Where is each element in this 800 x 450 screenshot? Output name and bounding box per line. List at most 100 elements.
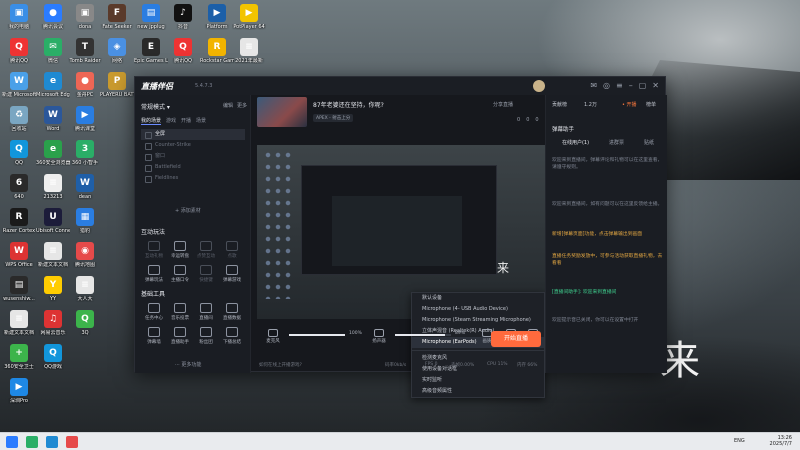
scene-tab[interactable]: 我的场景 [141, 117, 162, 125]
tool-button[interactable]: 点歌 [219, 241, 245, 259]
desktop-icon[interactable]: Wdean [68, 174, 102, 200]
desktop-icon[interactable]: e Microsoft Edge [36, 72, 70, 98]
more-functions-button[interactable]: ··· 更多功能 [175, 361, 201, 368]
windows-start-icon[interactable] [6, 436, 18, 448]
desktop-icon[interactable]: ◉ 腾讯地图 [68, 242, 102, 268]
desktop-icon[interactable]: ♪ 抖音 [166, 4, 200, 30]
desktop-icon[interactable]: Q 3Q [68, 310, 102, 336]
edit-button[interactable]: 编辑 [223, 102, 233, 109]
scene-item[interactable]: 窗口 [141, 151, 245, 162]
menu-icon[interactable]: ≡ [616, 81, 623, 90]
desktop-icon[interactable]: ▶ 腾讯课堂 [68, 106, 102, 132]
right-tab[interactable]: 贴纸 [644, 139, 654, 146]
desktop-icon[interactable]: ≡ 新建文本文档 [36, 242, 70, 268]
desktop-icon[interactable]: ◈ 网络 [100, 38, 134, 64]
desktop-icon[interactable]: Q QQ游戏 [36, 344, 70, 370]
desktop-icon[interactable]: ≡ 213213 [36, 174, 70, 200]
tool-button[interactable]: 弹幕游戏 [219, 265, 245, 283]
desktop-icon[interactable]: Q 腾讯QQ [2, 38, 36, 64]
ranking-tab[interactable]: 榜单 [646, 101, 656, 108]
desktop-icon[interactable]: ▶ PotPlayer 64 [232, 4, 266, 30]
input-method[interactable]: ENG [734, 438, 745, 444]
scene-tab[interactable]: 开播 [181, 117, 191, 125]
desktop-icon[interactable]: P PLAYERU BATTLEGR... [100, 72, 134, 98]
scene-item[interactable]: 全屏 [141, 129, 245, 140]
desktop-icon[interactable]: ▶ 深圳Pro [2, 378, 36, 404]
desktop-icon[interactable]: U Ubisoft Connect [36, 208, 70, 234]
desktop-icon[interactable]: ▶ Platform [200, 4, 234, 30]
right-tab[interactable]: 进群票 [609, 139, 624, 146]
tool-button[interactable]: 幸运转盘 [167, 241, 193, 259]
taskbar-live-app-icon[interactable] [66, 436, 78, 448]
tool-button[interactable]: 直播数据 [219, 303, 245, 321]
tool-button[interactable]: 下播总结 [219, 327, 245, 345]
add-source-button[interactable]: + 添加素材 [175, 207, 201, 214]
start-live-button[interactable]: 开始直播 [491, 331, 541, 347]
message-icon[interactable]: ✉ [590, 81, 597, 90]
desktop-icon[interactable]: ≡ 新建文本文档 [2, 310, 36, 336]
desktop-icon[interactable]: W WPS Office [2, 242, 36, 268]
tool-button[interactable]: 任务中心 [141, 303, 167, 321]
speaker-volume-slider[interactable] [395, 334, 451, 336]
share-link[interactable]: 分享直播 [493, 101, 513, 108]
desktop-icon[interactable]: 6 640 [2, 174, 36, 200]
desktop-icon[interactable]: R Razer Cortex [2, 208, 36, 234]
app-titlebar[interactable]: 直播伴侣 5.4.7.3 ✉ ◎ ≡ – ▢ ✕ [135, 77, 665, 95]
tool-button[interactable]: 直播助手 [167, 327, 193, 345]
tool-button[interactable]: 互动礼物 [141, 241, 167, 259]
system-clock[interactable]: 13:26 2025/7/7 [770, 435, 792, 447]
mic-button[interactable]: 麦克风 [263, 329, 283, 344]
desktop-icon[interactable]: ▤ wusenshiw... [2, 276, 36, 302]
help-link[interactable]: 如何在线上开播游戏? [259, 362, 302, 368]
desktop-icon[interactable]: ▣ dona [68, 4, 102, 30]
desktop-icon[interactable]: R Rockstar Games [200, 38, 234, 64]
user-avatar[interactable] [533, 80, 545, 92]
desktop-icon[interactable]: 3 360 小智手 [68, 140, 102, 166]
desktop-icon[interactable]: ≡ 大人大 [68, 276, 102, 302]
tool-button[interactable]: 弹幕墙 [141, 327, 167, 345]
desktop-icon[interactable]: ♫ 网易云音乐 [36, 310, 70, 336]
mode-selector[interactable]: 常规模式 ▾ [141, 102, 170, 111]
right-tab[interactable]: 在线用户(1) [562, 139, 589, 146]
desktop-icon[interactable]: T Tomb Raider [68, 38, 102, 64]
tool-button[interactable]: 直播间 [193, 303, 219, 321]
desktop-icon[interactable]: F Fate Seeker [100, 4, 134, 30]
live-title[interactable]: 87年老婆还在坚持，你呢? [313, 100, 384, 109]
tool-button[interactable]: 主播口令 [167, 265, 193, 283]
scene-item[interactable]: Battlefield [141, 162, 245, 173]
scene-tab[interactable]: 场景 [196, 117, 206, 125]
headset-icon[interactable]: ◎ [603, 81, 610, 90]
dropdown-item[interactable]: 高级音频属性 [412, 386, 544, 397]
minimize-icon[interactable]: – [629, 81, 633, 90]
desktop-icon[interactable]: E Epic Games Launcher [134, 38, 168, 64]
desktop-icon[interactable]: W 新建 Microsoft... [2, 72, 36, 98]
desktop-icon[interactable]: Q 腾讯QQ [166, 38, 200, 64]
more-button[interactable]: 更多 [237, 102, 247, 109]
desktop-icon[interactable]: ▣ 我的电脑 [2, 4, 36, 30]
live-cover-thumbnail[interactable] [257, 97, 307, 127]
desktop-icon[interactable]: Y YY [36, 276, 70, 302]
live-companion-window[interactable]: 直播伴侣 5.4.7.3 ✉ ◎ ≡ – ▢ ✕ 常规模式 ▾ 编辑 更多 我的… [134, 76, 667, 398]
tool-button[interactable]: 粉丝团 [193, 327, 219, 345]
live-tag[interactable]: APEX - 射击上分 [313, 114, 354, 122]
desktop-icon[interactable]: ▦ 猎豹 [68, 208, 102, 234]
desktop-icon[interactable]: Q QQ [2, 140, 36, 166]
dropdown-item[interactable]: Microphone (4- USB Audio Device) [412, 304, 544, 315]
dropdown-item[interactable]: 实时监听 [412, 375, 544, 386]
tool-button[interactable]: 弹幕玩法 [141, 265, 167, 283]
desktop-icon[interactable]: ♻ 回收站 [2, 106, 36, 132]
scene-item[interactable]: Counter-Strike [141, 140, 245, 151]
taskbar-360-icon[interactable] [26, 436, 38, 448]
speaker-button[interactable]: 扬声器 [369, 329, 389, 344]
desktop-icon[interactable]: ● 腾讯会议 [36, 4, 70, 30]
tool-button[interactable]: 点赞互动 [193, 241, 219, 259]
scene-tab[interactable]: 游戏 [166, 117, 176, 125]
taskbar-edge-icon[interactable] [46, 436, 58, 448]
mic-volume-slider[interactable] [289, 334, 345, 336]
contribution-tab[interactable]: 贡献榜 [552, 101, 567, 108]
desktop-icon[interactable]: +360安全卫士 [2, 344, 36, 370]
close-icon[interactable]: ✕ [652, 81, 659, 90]
tool-button[interactable]: 音乐投票 [167, 303, 193, 321]
desktop-icon[interactable]: ≡ 2021年最新 [232, 38, 266, 64]
maximize-icon[interactable]: ▢ [639, 81, 647, 90]
